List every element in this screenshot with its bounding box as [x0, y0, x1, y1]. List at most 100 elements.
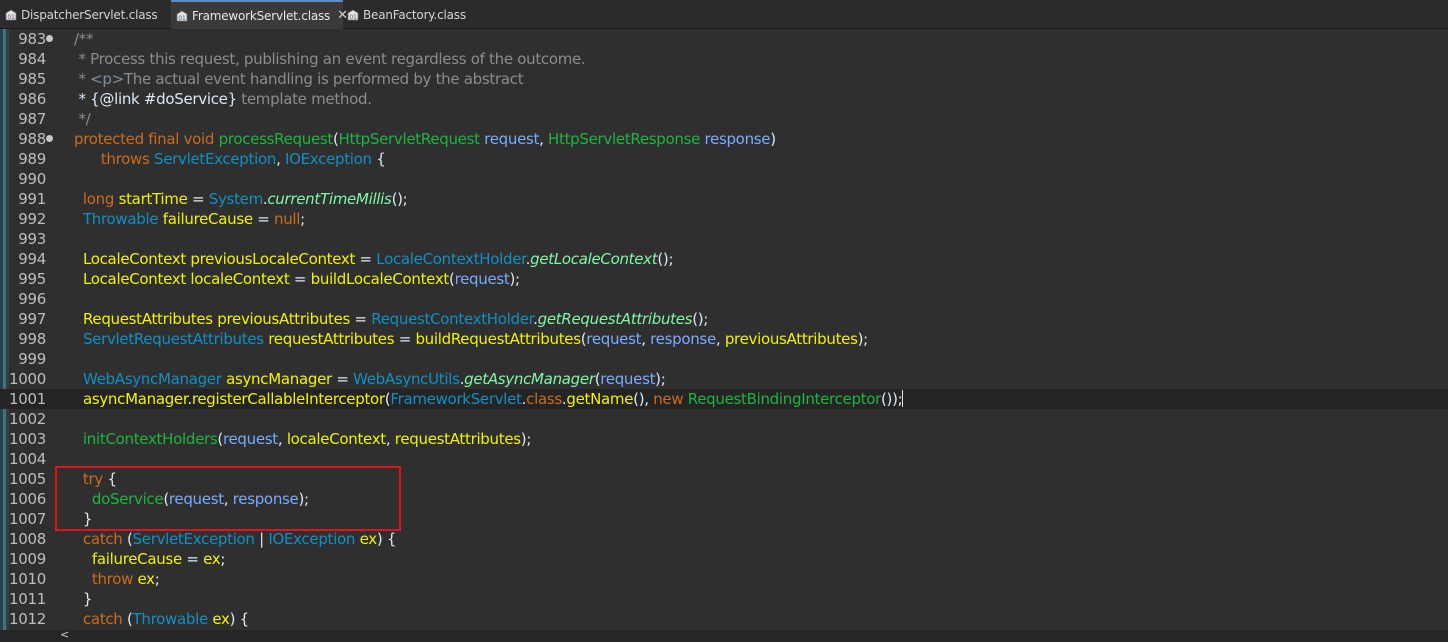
code-line[interactable]: 1002 — [0, 409, 1448, 429]
code-line[interactable]: 990 — [0, 169, 1448, 189]
line-number: 1009 — [9, 550, 46, 568]
line-number: 994 — [18, 250, 46, 268]
code-token: ; — [154, 570, 160, 588]
scroll-left-icon[interactable]: < — [60, 628, 69, 641]
code-token: ) { — [376, 530, 397, 548]
code-line[interactable]: 983 /** — [0, 29, 1448, 49]
tab-beanfactory[interactable]: 01 BeanFactory.class — [342, 0, 466, 29]
line-code: asyncManager.registerCallableInterceptor… — [74, 389, 904, 409]
code-line[interactable]: 1007 } — [0, 509, 1448, 529]
code-token: */ — [74, 110, 91, 128]
fold-toggle-icon[interactable] — [46, 35, 53, 42]
code-token: = — [394, 330, 416, 348]
line-code: LocaleContext localeContext = buildLocal… — [74, 269, 520, 289]
code-token: ); — [655, 370, 666, 388]
code-line[interactable]: 1011 } — [0, 589, 1448, 609]
code-line[interactable]: 988 protected final void processRequest(H… — [0, 129, 1448, 149]
line-number: 991 — [18, 190, 46, 208]
code-line[interactable]: 996 — [0, 289, 1448, 309]
code-token: getAsyncManager — [464, 370, 595, 388]
code-line[interactable]: 1009 failureCause = ex; — [0, 549, 1448, 569]
code-line[interactable]: 991 long startTime = System.currentTimeM… — [0, 189, 1448, 209]
horizontal-scrollbar[interactable]: < — [0, 628, 1448, 642]
svg-text:01: 01 — [7, 14, 15, 21]
code-token: /** — [74, 30, 94, 48]
code-token: catch — [74, 530, 127, 548]
line-code: Throwable failureCause = null; — [74, 209, 305, 229]
code-token: ServletException — [153, 150, 277, 168]
tab-label: DispatcherServlet.class — [21, 7, 158, 22]
code-line[interactable]: 1012 catch (Throwable ex) { — [0, 609, 1448, 629]
code-line[interactable]: 1004 — [0, 449, 1448, 469]
line-code: doService(request, response); — [74, 489, 309, 509]
code-line[interactable]: 984 * Process this request, publishing a… — [0, 49, 1448, 69]
code-token: class — [526, 390, 562, 408]
line-code: } — [74, 589, 93, 609]
code-line[interactable]: 992 Throwable failureCause = null; — [0, 209, 1448, 229]
code-token: , — [223, 490, 233, 508]
code-line[interactable]: 1005 try { — [0, 469, 1448, 489]
code-line[interactable]: 1006 doService(request, response); — [0, 489, 1448, 509]
code-token: (), — [633, 390, 654, 408]
line-number: 1010 — [9, 570, 46, 588]
code-line[interactable]: 1008 catch (ServletException | IOExcepti… — [0, 529, 1448, 549]
code-token: throws — [74, 150, 154, 168]
code-token: request — [600, 370, 656, 388]
fold-toggle-icon[interactable] — [46, 135, 53, 142]
code-token: request — [168, 490, 224, 508]
svg-text:01: 01 — [178, 15, 186, 22]
code-token: <p> — [90, 70, 124, 88]
line-code: throws ServletException, IOException { — [74, 149, 386, 169]
code-line[interactable]: 989 throws ServletException, IOException… — [0, 149, 1448, 169]
code-line[interactable]: 1000 WebAsyncManager asyncManager = WebA… — [0, 369, 1448, 389]
code-line[interactable]: 995 LocaleContext localeContext = buildL… — [0, 269, 1448, 289]
line-number: 1000 — [9, 370, 46, 388]
code-token: Throwable — [132, 610, 209, 628]
code-token: HttpServletRequest — [338, 130, 480, 148]
code-token: buildLocaleContext — [310, 270, 450, 288]
code-token: localeContext — [190, 270, 290, 288]
code-token: FrameworkServlet — [390, 390, 522, 408]
line-number: 1008 — [9, 530, 46, 548]
code-line[interactable]: 1003 initContextHolders(request, localeC… — [0, 429, 1448, 449]
code-token: = — [252, 210, 274, 228]
code-token: response — [650, 330, 716, 348]
code-token: = — [350, 310, 372, 328]
code-token: ; — [220, 550, 226, 568]
line-number: 987 — [18, 110, 46, 128]
code-line[interactable]: 997 RequestAttributes previousAttributes… — [0, 309, 1448, 329]
line-number: 990 — [18, 170, 46, 188]
code-line[interactable]: 998 ServletRequestAttributes requestAttr… — [0, 329, 1448, 349]
code-editor[interactable]: 983/** 984 * Process this request, publis… — [0, 29, 1448, 630]
code-token: } — [74, 590, 93, 608]
code-token: protected final void — [74, 130, 219, 148]
line-number: 1005 — [9, 470, 46, 488]
tab-dispatcherservlet[interactable]: 01 DispatcherServlet.class — [0, 0, 158, 29]
code-token: , — [385, 430, 395, 448]
code-line[interactable]: 985 * <p>The actual event handling is pe… — [0, 69, 1448, 89]
code-token: = — [181, 550, 204, 568]
code-line[interactable]: 987 */ — [0, 109, 1448, 129]
code-token: null — [274, 210, 301, 228]
line-number: 986 — [18, 90, 46, 108]
code-token: , — [715, 330, 725, 348]
code-line[interactable]: 1001 asyncManager.registerCallableInterc… — [0, 389, 1448, 409]
code-token: IOException — [285, 150, 372, 168]
code-line[interactable]: 999 — [0, 349, 1448, 369]
code-token: ex — [203, 550, 221, 568]
code-line[interactable]: 986 * {@link #doService} template method… — [0, 89, 1448, 109]
line-number: 992 — [18, 210, 46, 228]
tab-frameworkservlet[interactable]: 01 FrameworkServlet.class ✕ — [171, 0, 348, 29]
line-number: 1007 — [9, 510, 46, 528]
line-number: 1003 — [9, 430, 46, 448]
code-token: request — [222, 430, 278, 448]
code-token: ex — [137, 570, 156, 588]
code-line[interactable]: 1010 throw ex; — [0, 569, 1448, 589]
line-number: 993 — [18, 230, 46, 248]
code-line[interactable]: 994 LocaleContext previousLocaleContext … — [0, 249, 1448, 269]
line-number: 989 — [18, 150, 46, 168]
code-token: previousLocaleContext — [190, 250, 356, 268]
code-line[interactable]: 993 — [0, 229, 1448, 249]
